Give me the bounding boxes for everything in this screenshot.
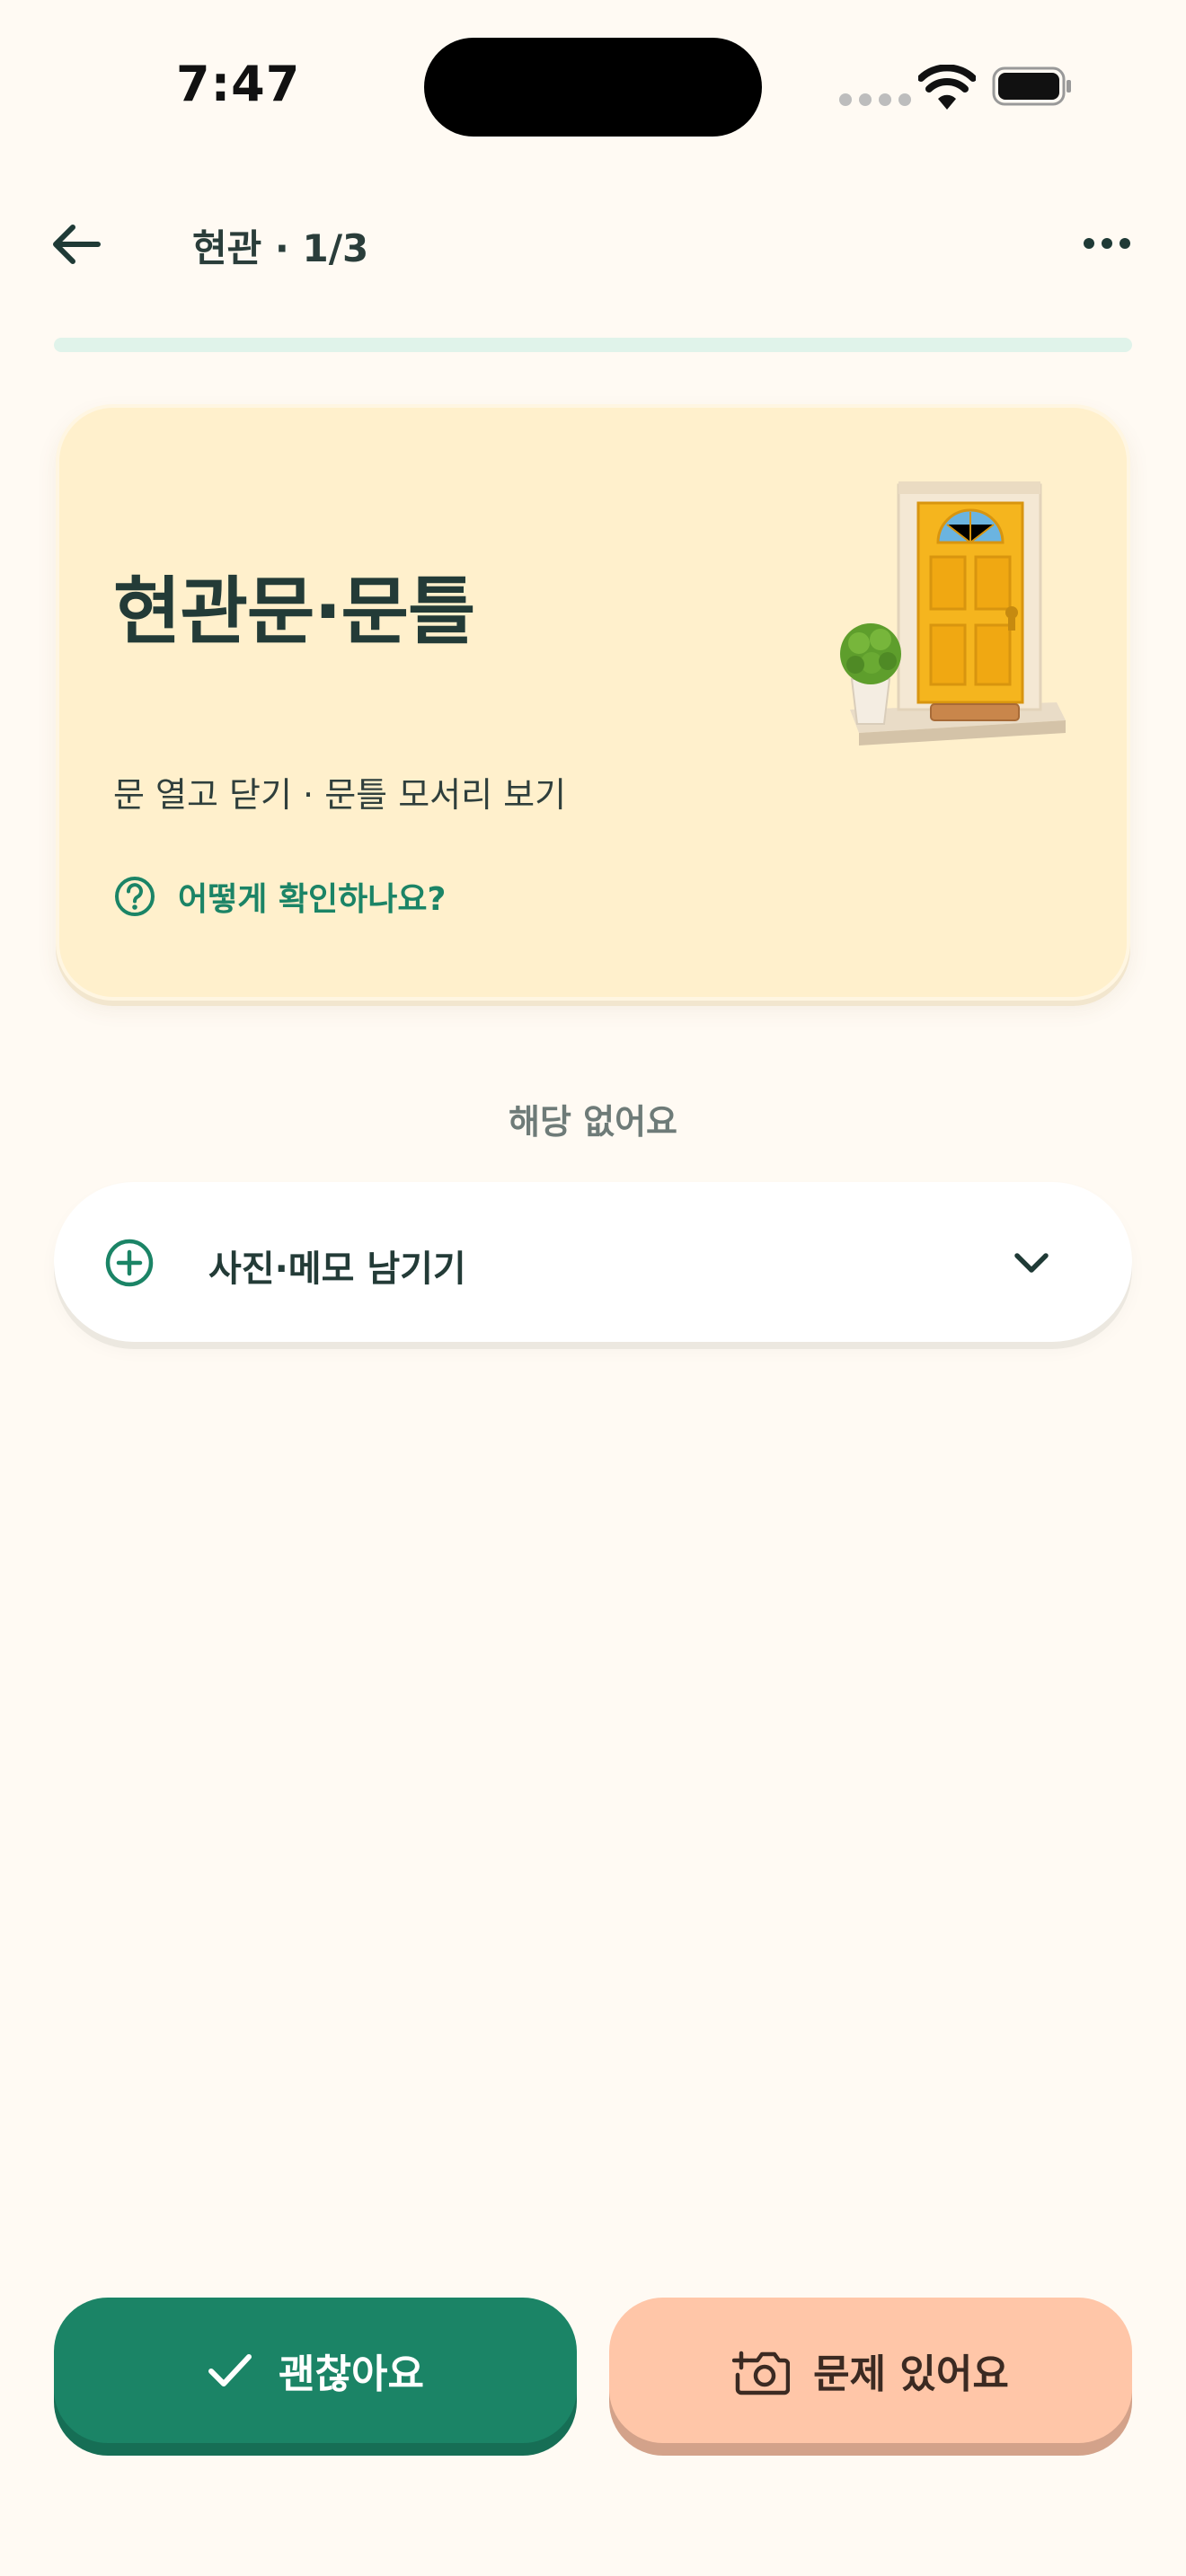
ok-button[interactable]: 괜찮아요 xyxy=(54,2298,577,2443)
progress-bar xyxy=(54,338,1132,352)
dynamic-island xyxy=(424,38,762,137)
photo-memo-toggle[interactable]: 사진·메모 남기기 xyxy=(54,1182,1132,1342)
more-options-button[interactable] xyxy=(1075,218,1139,269)
more-horizontal-icon xyxy=(1084,238,1094,249)
camera-add-icon xyxy=(732,2351,791,2395)
photo-memo-label: 사진·메모 남기기 xyxy=(208,1248,466,1290)
item-description: 문 열고 닫기 · 문틀 모서리 보기 xyxy=(113,775,567,815)
inspection-item-card: 현관문·문틀 문 열고 닫기 · 문틀 모서리 보기 어떻게 확인하나요? xyxy=(56,404,1130,1001)
not-applicable-button[interactable]: 해당 없어요 xyxy=(0,1094,1186,1143)
battery-icon xyxy=(992,66,1071,106)
report-issue-button[interactable]: 문제 있어요 xyxy=(609,2298,1132,2443)
cellular-signal-icon xyxy=(839,93,911,106)
page-title: 현관 · 1/3 xyxy=(192,226,369,270)
chevron-down-icon xyxy=(1014,1253,1049,1273)
top-navigation: 현관 · 1/3 xyxy=(0,193,1186,292)
check-icon xyxy=(208,2354,252,2386)
status-time: 7:47 xyxy=(176,56,301,112)
report-issue-label: 문제 있어요 xyxy=(813,2351,1009,2397)
arrow-left-icon xyxy=(53,225,101,264)
wifi-icon xyxy=(918,65,976,110)
status-bar: 7:47 xyxy=(0,0,1186,171)
help-link[interactable]: 어떻게 확인하나요? xyxy=(113,873,446,920)
front-door-illustration xyxy=(840,481,1066,745)
back-button[interactable] xyxy=(45,213,108,276)
help-link-label: 어떻게 확인하나요? xyxy=(178,881,447,918)
item-title: 현관문·문틀 xyxy=(113,569,475,655)
plus-circle-icon xyxy=(105,1239,154,1287)
ok-button-label: 괜찮아요 xyxy=(279,2351,424,2397)
question-circle-icon xyxy=(115,877,155,916)
